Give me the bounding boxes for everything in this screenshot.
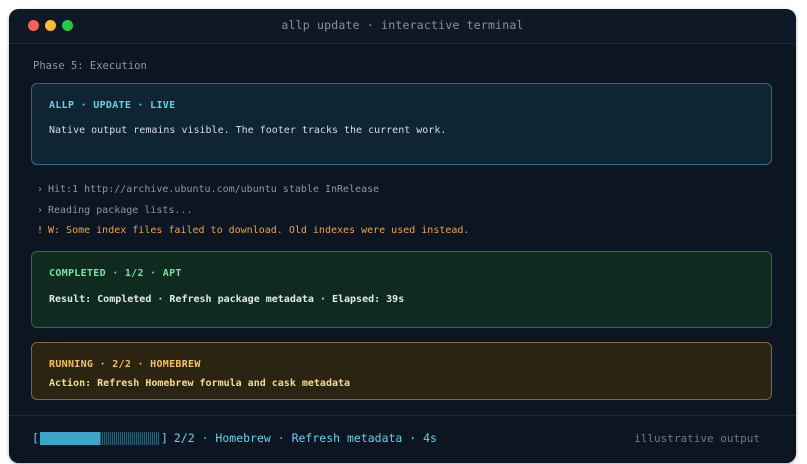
progress-bracket-open: [ — [32, 431, 39, 445]
footer-status: [ ] 2/2 · Homebrew · Refresh metadata · … — [32, 431, 437, 445]
terminal-window: allp update · interactive terminal Phase… — [9, 9, 796, 463]
live-card-header: ALLP · UPDATE · LIVE — [49, 100, 176, 111]
log-line: › Reading package lists... — [37, 205, 193, 216]
progress-bar — [39, 431, 160, 445]
footer-status-text: 2/2 · Homebrew · Refresh metadata · 4s — [173, 431, 437, 445]
title-bar: allp update · interactive terminal — [9, 9, 796, 44]
log-line: › Hit:1 http://archive.ubuntu.com/ubuntu … — [37, 184, 379, 195]
log-prefix-icon: › — [37, 205, 44, 216]
warning-icon: ! — [37, 225, 44, 236]
completed-card-body: Result: Completed · Refresh package meta… — [49, 294, 405, 305]
progress-fill — [39, 431, 100, 445]
log-text: Reading package lists... — [48, 205, 193, 216]
running-card-header: RUNNING · 2/2 · HOMEBREW — [49, 359, 201, 370]
window-title: allp update · interactive terminal — [281, 18, 524, 32]
live-card-body: Native output remains visible. The foote… — [49, 125, 447, 136]
footer-note: illustrative output — [634, 432, 760, 445]
status-footer: [ ] 2/2 · Homebrew · Refresh metadata · … — [9, 415, 796, 463]
running-card-body: Action: Refresh Homebrew formula and cas… — [49, 378, 351, 389]
log-text: Hit:1 http://archive.ubuntu.com/ubuntu s… — [48, 184, 380, 195]
log-line-warning: ! W: Some index files failed to download.… — [37, 225, 469, 236]
progress-bracket-close: ] — [160, 431, 168, 445]
log-text: W: Some index files failed to download. … — [48, 225, 470, 236]
completed-card-header: COMPLETED · 1/2 · APT — [49, 268, 182, 279]
completed-task-card: COMPLETED · 1/2 · APT Result: Completed … — [31, 251, 772, 328]
phase-label: Phase 5: Execution — [33, 60, 147, 72]
live-status-card: ALLP · UPDATE · LIVE Native output remai… — [31, 83, 772, 165]
log-prefix-icon: › — [37, 184, 44, 195]
running-task-card: RUNNING · 2/2 · HOMEBREW Action: Refresh… — [31, 342, 772, 400]
